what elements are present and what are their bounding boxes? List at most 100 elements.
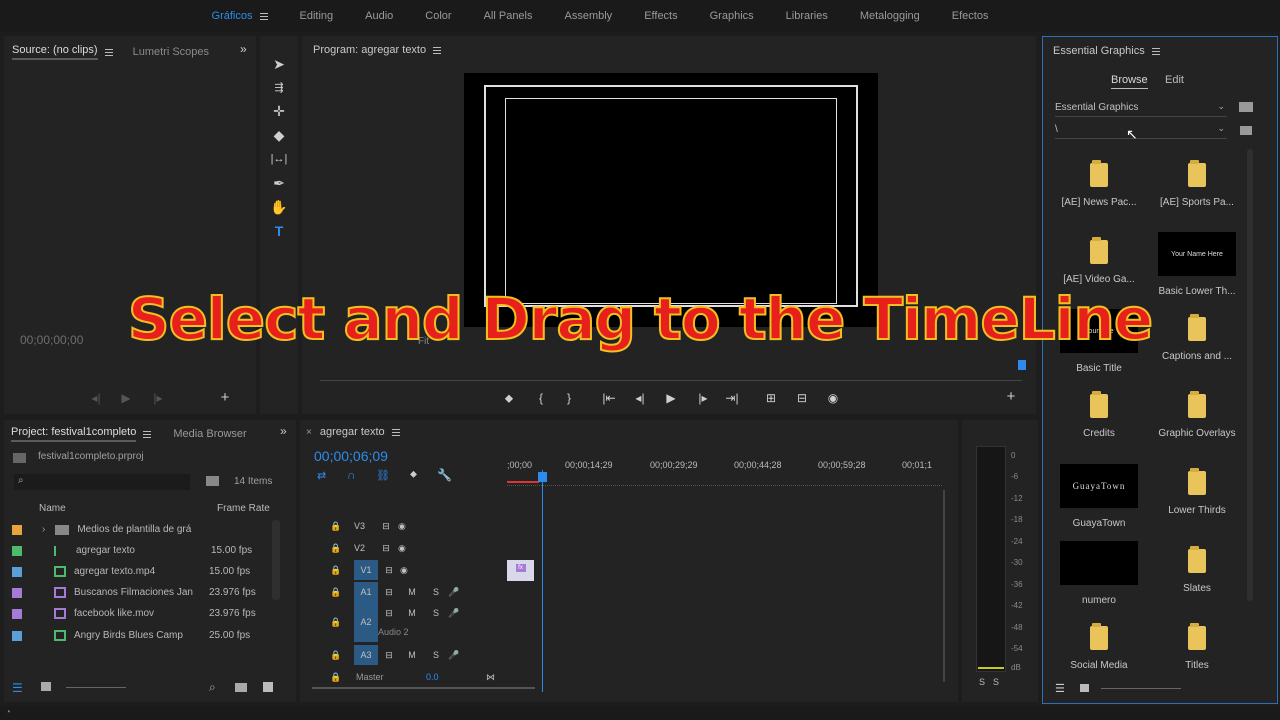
graphic-item[interactable]: Slates [1153, 546, 1241, 594]
menu-icon[interactable] [1151, 47, 1160, 55]
pen-tool-icon[interactable]: ✒ [269, 173, 289, 193]
tab-lumetri-scopes[interactable]: Lumetri Scopes [133, 46, 209, 58]
label-color-swatch[interactable] [12, 524, 22, 535]
step-back-icon[interactable]: ◂| [88, 391, 104, 405]
tab-browse[interactable]: Browse [1111, 74, 1148, 89]
playhead-marker[interactable] [1018, 360, 1026, 370]
graphic-item[interactable]: Graphic Overlays [1153, 391, 1241, 439]
ripple-edit-tool-icon[interactable]: ✛ [269, 101, 289, 121]
track-label[interactable]: A3 [354, 645, 378, 665]
lock-icon[interactable]: 🔒 [330, 587, 354, 598]
hand-tool-icon[interactable]: ✋ [269, 197, 289, 217]
graphic-item[interactable]: GuayaTown GuayaTown [1055, 464, 1143, 529]
solo-button[interactable]: S [424, 608, 448, 619]
expand-panels-icon[interactable]: » [280, 424, 287, 438]
new-item-icon[interactable] [263, 682, 273, 692]
menu-icon[interactable] [433, 46, 442, 54]
track-select-tool-icon[interactable]: ⇶ [269, 78, 289, 98]
timeline-timecode[interactable]: 00;00;06;09 [314, 448, 388, 464]
wrench-icon[interactable]: 🔧 [437, 468, 452, 482]
playhead-line[interactable] [542, 470, 543, 692]
icon-view-icon[interactable] [1080, 684, 1089, 692]
label-color-swatch[interactable] [12, 587, 22, 598]
label-color-swatch[interactable] [12, 608, 22, 619]
project-row-5[interactable]: Angry Birds Blues Camp 25.00 fps [12, 625, 282, 646]
timeline-scrollbar[interactable] [943, 490, 945, 682]
new-bin-icon[interactable] [206, 476, 219, 486]
toggle-sync-icon[interactable]: ⊟ [378, 608, 400, 619]
lift-icon[interactable]: ⊞ [763, 391, 779, 405]
master-value[interactable]: 0.0 [426, 672, 486, 682]
selection-tool-icon[interactable]: ➤ [269, 54, 289, 74]
mute-button[interactable]: M [400, 650, 424, 660]
track-v2[interactable]: 🔒 V2 ⊟ ◉ [330, 538, 418, 558]
tab-project[interactable]: Project: festival1completo [11, 426, 137, 442]
graphic-item[interactable]: [AE] News Pac... [1055, 160, 1143, 208]
lock-icon[interactable]: 🔒 [330, 650, 354, 661]
eye-icon[interactable]: ◉ [398, 543, 418, 554]
graphic-item[interactable]: Credits [1055, 391, 1143, 439]
new-bin-icon[interactable] [235, 683, 247, 692]
add-marker-icon[interactable]: ⬥ [501, 391, 517, 405]
expand-panels-icon[interactable]: » [240, 42, 247, 56]
track-a3[interactable]: 🔒 A3 ⊟ M S 🎤 [330, 645, 468, 665]
graphic-item[interactable]: Social Media [1055, 623, 1143, 671]
workspace-tab-all-panels[interactable]: All Panels [484, 10, 533, 22]
project-search-input[interactable] [14, 474, 190, 490]
type-tool-icon[interactable]: T [269, 221, 289, 241]
mic-icon[interactable]: 🎤 [448, 608, 468, 619]
label-color-swatch[interactable] [12, 630, 22, 641]
export-frame-icon[interactable]: ◉ [825, 391, 841, 405]
workspace-tab-graphics[interactable]: Graphics [710, 10, 754, 22]
essential-graphics-title[interactable]: Essential Graphics [1053, 45, 1145, 57]
menu-icon[interactable] [259, 12, 268, 20]
eye-icon[interactable]: ◉ [400, 565, 420, 576]
step-back-icon[interactable]: ◂| [632, 391, 648, 405]
label-color-swatch[interactable] [12, 566, 22, 577]
add-button-icon[interactable]: + [1003, 389, 1019, 404]
zoom-slider[interactable] [66, 687, 126, 688]
lock-icon[interactable]: 🔒 [330, 565, 354, 576]
workspace-tab-efectos[interactable]: Efectos [952, 10, 989, 22]
list-view-icon[interactable]: ☰ [12, 681, 23, 695]
nest-toggle-icon[interactable]: ⇄ [317, 469, 326, 482]
menu-icon[interactable] [143, 430, 152, 438]
status-icon[interactable]: ◔ [5, 707, 11, 718]
toggle-sync-icon[interactable]: ⊟ [374, 521, 398, 532]
sync-library-icon[interactable] [1239, 102, 1253, 112]
add-button-icon[interactable]: + [217, 390, 233, 405]
project-row-3[interactable]: Buscanos Filmaciones Jan 23.976 fps [12, 582, 282, 603]
project-row-1[interactable]: agregar texto 15.00 fps [12, 540, 282, 561]
workspace-tab-graficos[interactable]: Gráficos [212, 10, 268, 22]
menu-icon[interactable] [391, 428, 400, 436]
tab-sequence[interactable]: agregar texto [320, 426, 385, 438]
step-forward-icon[interactable]: |▸ [695, 391, 711, 405]
toggle-sync-icon[interactable]: ⊟ [378, 587, 400, 598]
workspace-tab-metalogging[interactable]: Metalogging [860, 10, 920, 22]
path-dropdown[interactable]: \ ⌄ [1055, 123, 1227, 139]
workspace-tab-assembly[interactable]: Assembly [565, 10, 613, 22]
step-forward-icon[interactable]: |▸ [150, 391, 166, 405]
go-to-end-icon[interactable]: ⋈ [486, 672, 495, 683]
folder-icon[interactable] [1240, 126, 1252, 135]
workspace-tab-editing[interactable]: Editing [300, 10, 334, 22]
work-area-bar[interactable] [507, 481, 539, 483]
track-label[interactable]: A1 [354, 582, 378, 602]
toggle-sync-icon[interactable]: ⊟ [378, 565, 400, 576]
track-v1[interactable]: 🔒 V1 ⊟ ◉ [330, 560, 420, 580]
column-name[interactable]: Name [39, 503, 66, 514]
lock-icon[interactable]: 🔒 [330, 521, 354, 532]
zoom-slider[interactable] [1101, 688, 1181, 689]
graphic-item[interactable]: [AE] Sports Pa... [1153, 160, 1241, 208]
icon-view-icon[interactable] [41, 682, 51, 691]
list-view-icon[interactable]: ☰ [1055, 682, 1065, 695]
location-dropdown[interactable]: Essential Graphics ⌄ [1055, 101, 1227, 117]
mute-button[interactable]: M [400, 608, 424, 619]
program-title[interactable]: Program: agregar texto [313, 44, 426, 56]
mute-button[interactable]: M [400, 587, 424, 597]
track-a1[interactable]: 🔒 A1 ⊟ M S 🎤 [330, 582, 468, 602]
playhead-handle[interactable] [538, 472, 547, 482]
solo-button[interactable]: S [993, 677, 999, 687]
v1-clip[interactable]: fx [507, 560, 534, 581]
tab-edit[interactable]: Edit [1165, 74, 1184, 86]
